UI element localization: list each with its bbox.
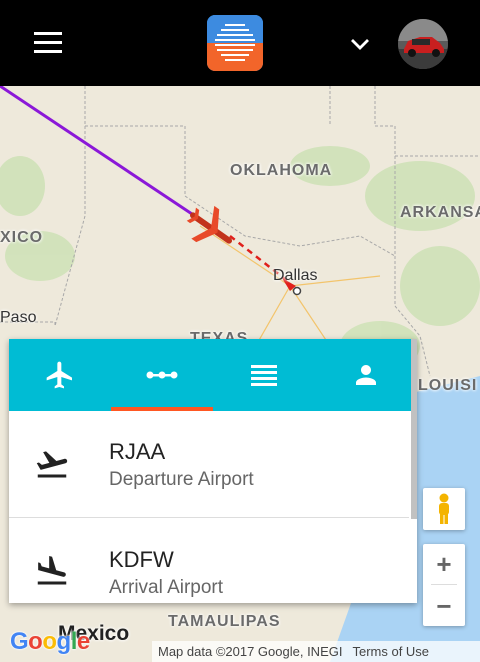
top-app-bar <box>0 0 480 86</box>
arrival-code: KDFW <box>109 547 174 572</box>
landing-icon <box>37 556 67 585</box>
chevron-down-icon[interactable] <box>348 34 372 54</box>
map-attribution: Map data ©2017 Google, INEGI Terms of Us… <box>152 641 480 662</box>
user-avatar[interactable] <box>398 19 448 69</box>
map-label-arkansas: ARKANSA <box>400 204 480 221</box>
arrival-label: Arrival Airport <box>109 577 224 598</box>
list-icon <box>251 365 277 386</box>
person-icon <box>356 365 376 385</box>
panel-scrollbar[interactable] <box>411 339 417 519</box>
app-logo-icon[interactable] <box>207 15 263 71</box>
panel-tab-bar <box>9 339 417 411</box>
route-dots-icon <box>146 371 178 379</box>
map-label-oklahoma: OKLAHOMA <box>230 162 333 179</box>
map-label-el-paso: Paso <box>0 309 37 326</box>
tab-route[interactable] <box>111 339 213 411</box>
tab-profile[interactable] <box>315 339 417 411</box>
street-view-icon <box>439 493 449 524</box>
zoom-out-button[interactable]: − <box>423 586 465 626</box>
row-divider <box>9 517 409 518</box>
tab-flight[interactable] <box>9 339 111 411</box>
flight-info-panel: RJAA Departure Airport KDFW Arrival Airp… <box>9 339 417 603</box>
map-label-dallas: Dallas <box>273 267 318 284</box>
zoom-divider <box>431 584 457 585</box>
flown-route-line <box>0 86 196 218</box>
zoom-control: + − <box>423 544 465 626</box>
departure-label: Departure Airport <box>109 469 254 490</box>
arrival-airport-row[interactable]: KDFW Arrival Airport <box>9 519 409 625</box>
hamburger-menu-icon[interactable] <box>30 32 66 58</box>
terms-of-use-link[interactable]: Terms of Use <box>352 644 429 659</box>
street-view-pegman[interactable] <box>423 488 465 530</box>
airplane-icon <box>46 361 72 389</box>
map-label-louisiana: LOUISI <box>418 377 478 394</box>
map-data-credit: Map data ©2017 Google, INEGI <box>158 644 343 659</box>
takeoff-icon <box>36 451 68 478</box>
tab-details[interactable] <box>213 339 315 411</box>
departure-airport-row[interactable]: RJAA Departure Airport <box>9 411 409 517</box>
google-logo[interactable]: Google <box>10 628 90 656</box>
aircraft-icon[interactable] <box>183 204 239 252</box>
zoom-in-button[interactable]: + <box>423 544 465 584</box>
map-label-mexico-state: XICO <box>0 229 44 246</box>
departure-code: RJAA <box>109 439 166 464</box>
